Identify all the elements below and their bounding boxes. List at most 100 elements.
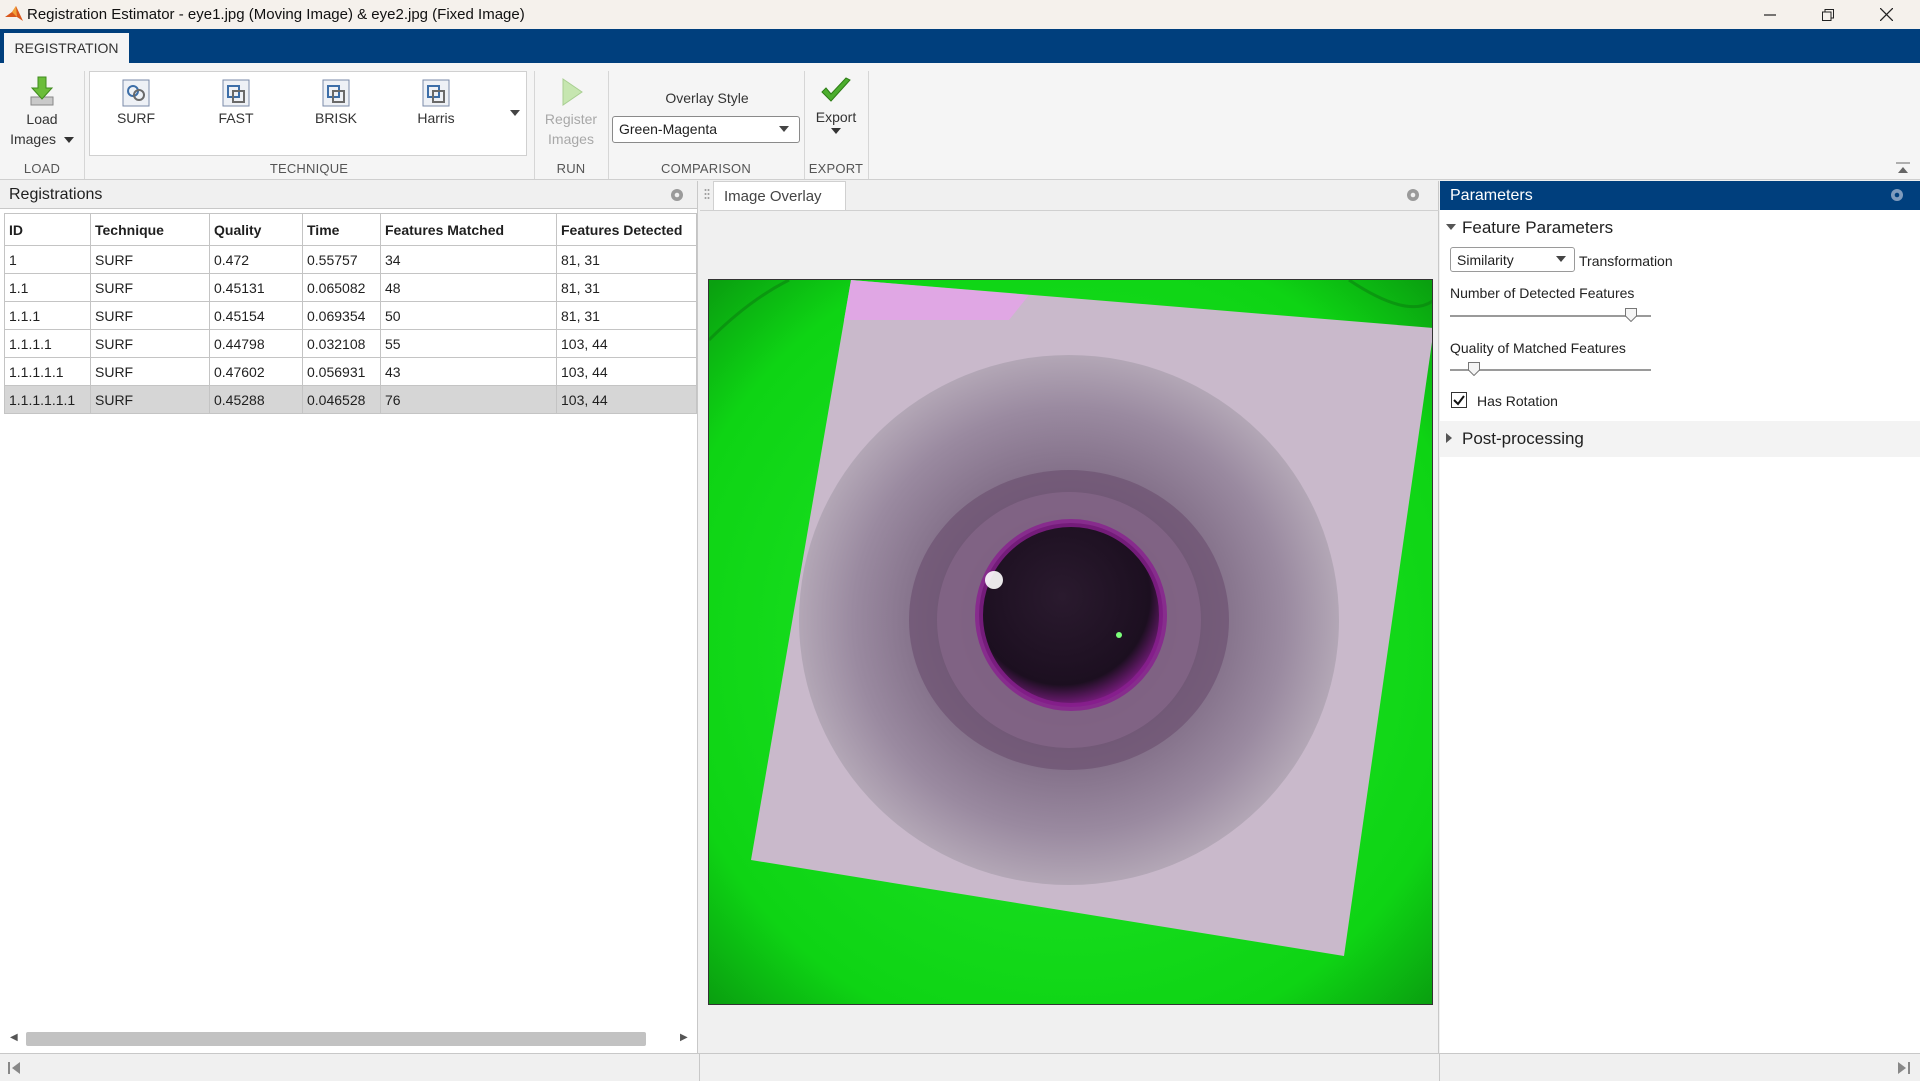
detected-features-slider-thumb[interactable] xyxy=(1624,308,1637,322)
scrollbar-thumb[interactable] xyxy=(26,1032,646,1046)
technique-fast-button[interactable]: FAST xyxy=(196,78,276,128)
cell-time: 0.069354 xyxy=(302,301,381,330)
detected-features-label: Number of Detected Features xyxy=(1450,285,1635,301)
export-button[interactable]: Export xyxy=(806,75,866,135)
minimize-icon xyxy=(1764,13,1776,16)
scroll-last-icon[interactable] xyxy=(1898,1062,1910,1074)
cell-technique: SURF xyxy=(90,301,210,330)
registrations-header: Registrations xyxy=(0,181,697,209)
chevron-down-icon xyxy=(831,128,841,134)
column-header-features-detected[interactable]: Features Detected xyxy=(556,213,697,246)
technique-brisk-button[interactable]: BRISK xyxy=(296,78,376,128)
cell-features-detected: 81, 31 xyxy=(556,301,697,330)
load-images-button[interactable]: Load Images xyxy=(6,75,78,149)
cell-features-matched: 76 xyxy=(380,385,557,414)
panel-close-icon[interactable] xyxy=(1406,188,1420,202)
technique-harris-button[interactable]: Harris xyxy=(396,78,476,128)
table-row[interactable]: 1.1 SURF 0.45131 0.065082 48 81, 31 xyxy=(4,273,697,302)
brisk-label: BRISK xyxy=(314,110,357,126)
ribbon-divider xyxy=(868,71,869,179)
cell-id: 1.1.1.1.1 xyxy=(4,357,91,386)
export-label: Export xyxy=(815,109,857,125)
column-header-quality[interactable]: Quality xyxy=(209,213,303,246)
checkmark-icon xyxy=(1453,395,1465,406)
overlay-style-select[interactable]: Green-Magenta xyxy=(612,116,800,143)
scroll-left-icon[interactable]: ◀ xyxy=(10,1032,18,1043)
drag-grip-icon[interactable] xyxy=(704,188,710,202)
group-label-load: LOAD xyxy=(23,161,61,176)
transformation-select[interactable]: Similarity xyxy=(1450,247,1575,272)
cell-features-detected: 81, 31 xyxy=(556,273,697,302)
window-title: Registration Estimator - eye1.jpg (Movin… xyxy=(27,6,525,23)
cell-features-matched: 43 xyxy=(380,357,557,386)
tab-registration[interactable]: REGISTRATION xyxy=(4,33,129,63)
technique-surf-button[interactable]: SURF xyxy=(96,78,176,128)
minimize-button[interactable] xyxy=(1742,0,1798,29)
cell-features-matched: 48 xyxy=(380,273,557,302)
parameters-title: Parameters xyxy=(1450,187,1533,204)
chevron-down-icon xyxy=(779,126,789,132)
scroll-first-icon[interactable] xyxy=(8,1062,20,1074)
overlay-style-value: Green-Magenta xyxy=(619,121,718,137)
post-processing-title: Post-processing xyxy=(1462,429,1584,448)
scroll-right-icon[interactable]: ▶ xyxy=(680,1032,688,1043)
matlab-logo-icon xyxy=(5,6,23,21)
has-rotation-checkbox[interactable] xyxy=(1451,392,1467,408)
matched-features-slider[interactable] xyxy=(1450,369,1651,371)
fast-label: FAST xyxy=(218,110,254,126)
registrations-table-body: 1 SURF 0.472 0.55757 34 81, 31 1.1 SURF 0.45131 0… xyxy=(4,245,697,414)
cell-quality: 0.45154 xyxy=(209,301,303,330)
chevron-down-icon xyxy=(63,137,74,143)
cell-technique: SURF xyxy=(90,357,210,386)
cell-features-matched: 50 xyxy=(380,301,557,330)
panel-close-icon[interactable] xyxy=(670,188,684,202)
table-row[interactable]: 1 SURF 0.472 0.55757 34 81, 31 xyxy=(4,245,697,274)
gallery-expand-button[interactable] xyxy=(502,71,527,156)
column-header-time[interactable]: Time xyxy=(302,213,381,246)
tab-image-overlay[interactable]: Image Overlay xyxy=(713,181,846,210)
matched-features-slider-thumb[interactable] xyxy=(1468,362,1481,376)
ribbon-toolstrip: Load Images LOAD SURF FAST BRISK Harris … xyxy=(0,63,1920,180)
cell-id: 1 xyxy=(4,245,91,274)
cell-time: 0.065082 xyxy=(302,273,381,302)
feature-parameters-title: Feature Parameters xyxy=(1462,218,1614,237)
transformation-value: Similarity xyxy=(1457,252,1514,268)
panel-close-icon[interactable] xyxy=(1890,188,1904,202)
registrations-title: Registrations xyxy=(9,186,103,203)
restore-button[interactable] xyxy=(1800,0,1856,29)
cell-time: 0.032108 xyxy=(302,329,381,358)
group-label-export: EXPORT xyxy=(808,161,864,176)
cell-technique: SURF xyxy=(90,245,210,274)
table-row[interactable]: 1.1.1 SURF 0.45154 0.069354 50 81, 31 xyxy=(4,301,697,330)
registrations-panel: Registrations ID Technique Quality Time … xyxy=(0,181,698,1080)
horizontal-scrollbar[interactable]: ◀ ▶ xyxy=(4,1029,694,1049)
harris-icon xyxy=(422,79,450,107)
strip-divider xyxy=(1439,1054,1440,1081)
overlay-image[interactable] xyxy=(708,279,1433,1005)
column-header-technique[interactable]: Technique xyxy=(90,213,210,246)
cell-quality: 0.472 xyxy=(209,245,303,274)
close-icon xyxy=(1879,8,1893,21)
cell-features-matched: 34 xyxy=(380,245,557,274)
post-processing-section[interactable]: Post-processing xyxy=(1440,421,1920,457)
table-header-row: ID Technique Quality Time Features Match… xyxy=(4,213,697,246)
cell-quality: 0.45131 xyxy=(209,273,303,302)
table-row[interactable]: 1.1.1.1.1 SURF 0.47602 0.056931 43 103, 44 xyxy=(4,357,697,386)
table-row[interactable]: 1.1.1.1.1.1 SURF 0.45288 0.046528 76 103, 44 xyxy=(4,385,697,414)
detected-features-slider[interactable] xyxy=(1450,315,1651,317)
harris-label: Harris xyxy=(417,110,455,126)
register-images-button[interactable]: Register Images xyxy=(536,75,606,149)
strip-divider xyxy=(699,1054,700,1081)
column-header-features-matched[interactable]: Features Matched xyxy=(380,213,557,246)
collapse-ribbon-button[interactable] xyxy=(1896,161,1910,179)
technique-gallery: SURF FAST BRISK Harris xyxy=(89,71,527,156)
cell-id: 1.1.1 xyxy=(4,301,91,330)
table-row[interactable]: 1.1.1.1 SURF 0.44798 0.032108 55 103, 44 xyxy=(4,329,697,358)
feature-parameters-section[interactable]: Feature Parameters xyxy=(1440,210,1920,246)
cell-features-detected: 103, 44 xyxy=(556,329,697,358)
overlay-style-heading: Overlay Style xyxy=(665,90,749,106)
register-label-1: Register xyxy=(544,111,598,127)
column-header-id[interactable]: ID xyxy=(4,213,91,246)
brisk-icon xyxy=(322,79,350,107)
close-button[interactable] xyxy=(1858,0,1914,29)
